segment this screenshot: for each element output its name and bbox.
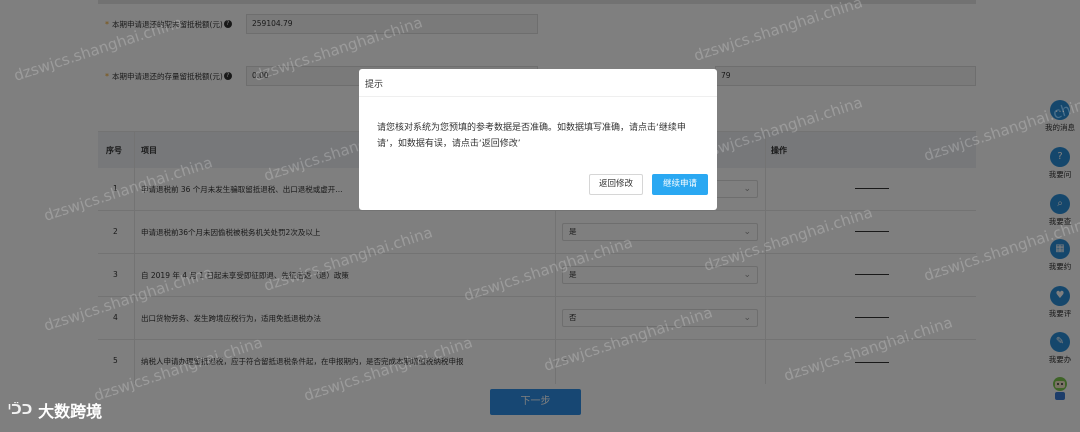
dialog-divider (359, 96, 717, 97)
logo-mark-icon: ᑊᑒᑐ (8, 402, 33, 418)
dialog-message: 请您核对系统为您预填的参考数据是否准确。如数据填写准确，请点击‘继续申请’，如数… (377, 123, 686, 149)
back-to-edit-button[interactable]: 返回修改 (589, 174, 643, 195)
logo-text: 大数跨境 (38, 402, 103, 421)
continue-apply-button[interactable]: 继续申请 (652, 174, 708, 195)
refund-application-page: * 本期申请退还的期末留抵税额(元) ? 259104.79 * 本期申请退还的… (0, 0, 1080, 432)
brand-logo: ᑊᑒᑐ 大数跨境 (8, 398, 102, 422)
dialog-title: 提示 (365, 80, 384, 90)
confirm-dialog: 提示 请您核对系统为您预填的参考数据是否准确。如数据填写准确，请点击‘继续申请’… (359, 69, 717, 210)
modal-backdrop[interactable] (0, 0, 1080, 432)
